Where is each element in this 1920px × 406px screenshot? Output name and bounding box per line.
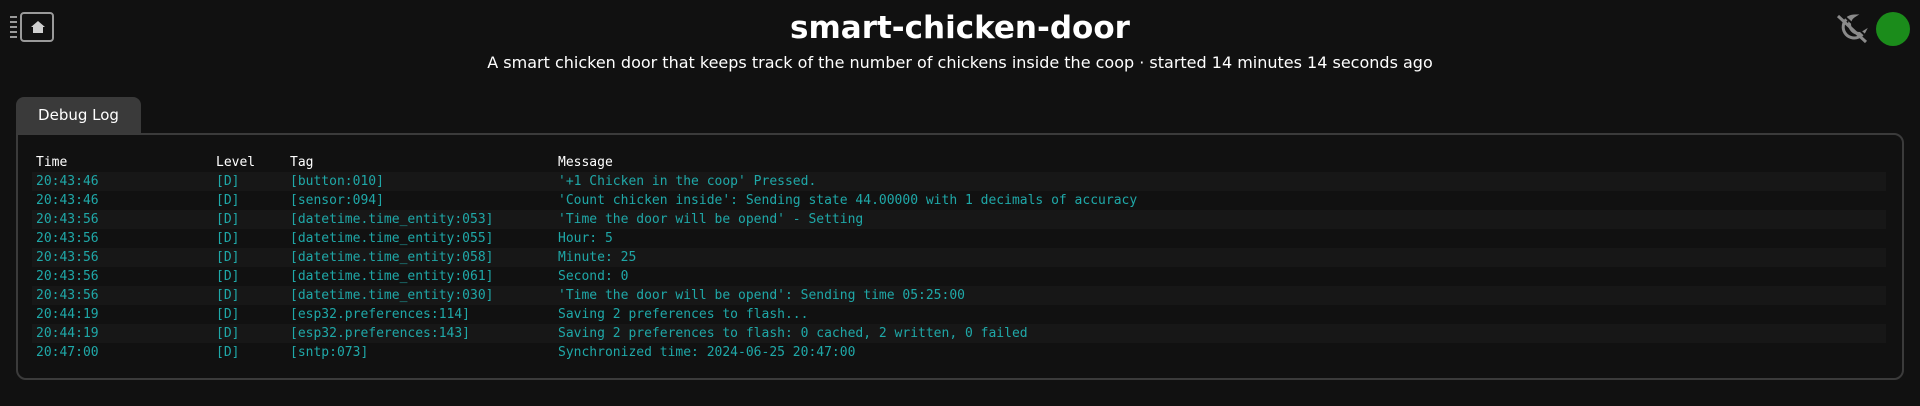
- log-message: '+1 Chicken in the coop' Pressed.: [558, 174, 817, 189]
- log-tag: [datetime.time_entity:058]: [290, 250, 494, 265]
- log-tag: [datetime.time_entity:055]: [290, 231, 494, 246]
- log-time: 20:43:56: [36, 269, 99, 284]
- log-message: Hour: 5: [558, 231, 613, 246]
- debug-log-table: Time Level Tag Message 20:43:46 [D] [butto…: [32, 153, 1886, 362]
- column-header-tag: Tag: [290, 155, 314, 170]
- log-message: Second: 0: [558, 269, 629, 284]
- log-time: 20:43:46: [36, 174, 99, 189]
- log-level: [D]: [216, 288, 240, 303]
- log-body: 20:43:46 [D] [button:010] '+1 Chicken in th…: [32, 172, 1886, 362]
- log-row: 20:43:56 [D] [datetime.time_entity:053] 'Ti…: [32, 210, 1886, 229]
- log-message: Synchronized time: 2024-06-25 20:47:00: [558, 345, 856, 360]
- log-message: 'Time the door will be opend': Sending t…: [558, 288, 965, 303]
- log-message: Saving 2 preferences to flash...: [558, 307, 809, 322]
- page-title: smart-chicken-door: [790, 10, 1130, 46]
- log-tag: [esp32.preferences:114]: [290, 307, 471, 322]
- log-message: Minute: 25: [558, 250, 637, 265]
- log-message: Saving 2 preferences to flash: 0 cached,…: [558, 326, 1028, 341]
- log-time: 20:47:00: [36, 345, 99, 360]
- log-level: [D]: [216, 212, 240, 227]
- log-time: 20:43:56: [36, 250, 99, 265]
- log-time: 20:43:46: [36, 193, 99, 208]
- log-row: 20:43:56 [D] [datetime.time_entity:058] Min…: [32, 248, 1886, 267]
- log-level: [D]: [216, 174, 240, 189]
- log-tag: [sensor:094]: [290, 193, 384, 208]
- log-tag: [sntp:073]: [290, 345, 369, 360]
- log-tag: [esp32.preferences:143]: [290, 326, 471, 341]
- log-header-row: Time Level Tag Message: [32, 153, 1886, 172]
- log-tag: [button:010]: [290, 174, 384, 189]
- log-row: 20:47:00 [D] [sntp:073] Synchronized time: …: [32, 343, 1886, 362]
- log-level: [D]: [216, 307, 240, 322]
- column-header-level: Level: [216, 155, 256, 170]
- log-time: 20:43:56: [36, 212, 99, 227]
- log-level: [D]: [216, 231, 240, 246]
- log-row: 20:43:56 [D] [datetime.time_entity:055] Hou…: [32, 229, 1886, 248]
- log-row: 20:44:19 [D] [esp32.preferences:143] Saving…: [32, 324, 1886, 343]
- log-tag: [datetime.time_entity:061]: [290, 269, 494, 284]
- log-message: 'Count chicken inside': Sending state 44…: [558, 193, 1138, 208]
- log-message: 'Time the door will be opend' - Setting: [558, 212, 864, 227]
- dark-mode-toggle-icon[interactable]: [1834, 12, 1870, 46]
- log-row: 20:43:56 [D] [datetime.time_entity:030] 'Ti…: [32, 286, 1886, 305]
- tab-debug-log[interactable]: Debug Log: [16, 97, 141, 133]
- connection-status-indicator: [1876, 12, 1910, 46]
- log-row: 20:43:46 [D] [sensor:094] 'Count chicken in…: [32, 191, 1886, 210]
- esphome-page: smart-chicken-door A smart chicken door …: [0, 0, 1920, 406]
- log-tag: [datetime.time_entity:053]: [290, 212, 494, 227]
- log-level: [D]: [216, 193, 240, 208]
- log-row: 20:43:56 [D] [datetime.time_entity:061] Sec…: [32, 267, 1886, 286]
- log-level: [D]: [216, 326, 240, 341]
- log-time: 20:43:56: [36, 231, 99, 246]
- column-header-time: Time: [36, 155, 68, 170]
- log-time: 20:43:56: [36, 288, 99, 303]
- log-level: [D]: [216, 269, 240, 284]
- log-row: 20:44:19 [D] [esp32.preferences:114] Saving…: [32, 305, 1886, 324]
- column-header-message: Message: [558, 155, 613, 170]
- page-subtitle: A smart chicken door that keeps track of…: [487, 53, 1433, 72]
- log-level: [D]: [216, 345, 240, 360]
- log-time: 20:44:19: [36, 326, 99, 341]
- log-row: 20:43:46 [D] [button:010] '+1 Chicken in th…: [32, 172, 1886, 191]
- log-time: 20:44:19: [36, 307, 99, 322]
- log-level: [D]: [216, 250, 240, 265]
- log-tag: [datetime.time_entity:030]: [290, 288, 494, 303]
- debug-log-panel: Time Level Tag Message 20:43:46 [D] [butto…: [16, 133, 1904, 380]
